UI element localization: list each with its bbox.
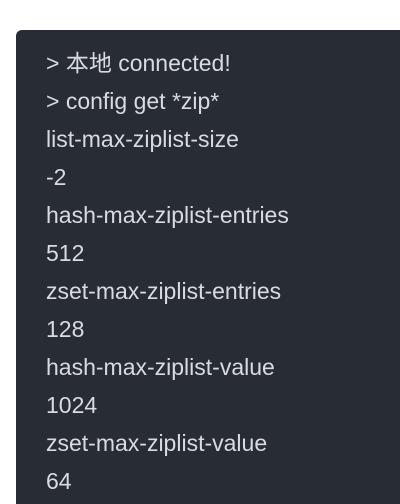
config-key-line: hash-max-ziplist-entries (46, 202, 289, 228)
terminal-output-panel: > 本地 connected! > config get *zip* list-… (16, 30, 400, 504)
config-value-line: -2 (46, 164, 67, 190)
config-value-line: 512 (46, 240, 85, 266)
command-line: > config get *zip* (46, 88, 220, 114)
config-key-line: zset-max-ziplist-entries (46, 278, 282, 304)
config-key-line: list-max-ziplist-size (46, 126, 239, 152)
config-key-line: hash-max-ziplist-value (46, 354, 275, 380)
config-value-line: 1024 (46, 392, 98, 418)
config-value-line: 64 (46, 468, 72, 494)
config-value-line: 128 (46, 316, 85, 342)
connection-status-line: > 本地 connected! (46, 50, 231, 76)
config-key-line: zset-max-ziplist-value (46, 430, 268, 456)
